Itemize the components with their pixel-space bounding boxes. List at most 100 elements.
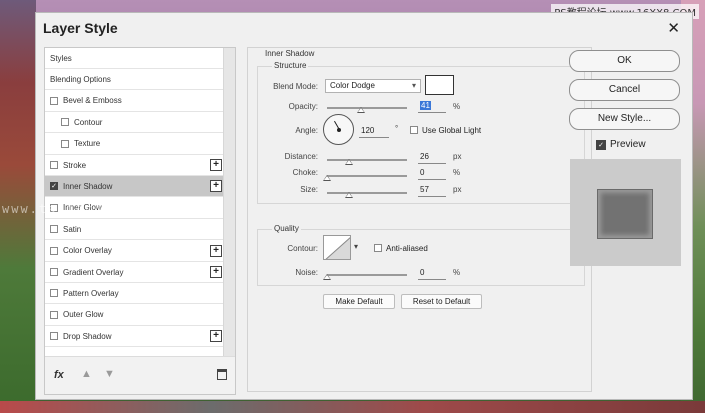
style-item-blending-options[interactable]: Blending Options xyxy=(45,69,224,91)
style-item-label: Pattern Overlay xyxy=(63,288,119,298)
noise-unit: % xyxy=(453,268,461,277)
blend-color-swatch[interactable] xyxy=(425,75,454,95)
preview-thumbnail xyxy=(570,159,681,266)
new-style-button[interactable]: New Style... xyxy=(569,108,680,130)
size-slider-thumb[interactable] xyxy=(345,192,353,198)
style-item-checkbox[interactable] xyxy=(61,118,69,127)
style-item-stroke[interactable]: Stroke + xyxy=(45,155,224,176)
distance-slider[interactable] xyxy=(327,159,407,161)
style-item-label: Gradient Overlay xyxy=(63,267,124,277)
trash-icon[interactable] xyxy=(217,369,227,380)
add-effect-plus-icon[interactable]: + xyxy=(210,159,222,171)
overlay-watermark: www.tatiacollect.com xyxy=(2,202,187,216)
close-icon[interactable]: ✕ xyxy=(667,19,680,37)
make-default-button[interactable]: Make Default xyxy=(323,294,395,309)
noise-input[interactable]: 0 xyxy=(418,266,446,280)
fx-icon[interactable]: fx xyxy=(54,369,64,381)
section-title: Inner Shadow xyxy=(263,49,317,58)
noise-slider-thumb[interactable] xyxy=(323,274,331,280)
choke-slider-thumb[interactable] xyxy=(323,175,331,181)
preview-label: Preview xyxy=(610,139,646,150)
size-label: Size: xyxy=(300,185,318,194)
style-item-checkbox[interactable] xyxy=(50,332,58,341)
distance-slider-thumb[interactable] xyxy=(345,159,353,165)
size-slider[interactable] xyxy=(327,192,407,194)
style-item-checkbox[interactable]: ✓ xyxy=(50,182,58,191)
blend-mode-select[interactable]: Color Dodge ▾ xyxy=(325,79,421,93)
ok-button[interactable]: OK xyxy=(569,50,680,72)
style-item-color-overlay[interactable]: Color Overlay + xyxy=(45,241,224,262)
arrow-up-icon[interactable]: ▲ xyxy=(81,368,92,380)
distance-label: Distance: xyxy=(284,152,318,161)
style-item-pattern-overlay[interactable]: Pattern Overlay xyxy=(45,283,224,305)
style-item-label: Bevel & Emboss xyxy=(63,96,122,106)
structure-title: Structure xyxy=(272,61,309,70)
styles-footer: fx ▲ ▼ xyxy=(45,356,235,394)
choke-label: Choke: xyxy=(292,168,318,177)
style-item-texture[interactable]: Texture xyxy=(45,134,224,155)
opacity-input[interactable]: 41 xyxy=(418,99,446,113)
use-global-light-checkbox[interactable] xyxy=(410,126,418,134)
style-item-label: Outer Glow xyxy=(63,310,104,320)
style-item-styles[interactable]: Styles xyxy=(45,48,224,69)
opacity-slider-thumb[interactable] xyxy=(357,107,365,113)
style-item-checkbox[interactable] xyxy=(50,161,58,169)
angle-input[interactable]: 120 xyxy=(359,124,389,138)
noise-slider[interactable] xyxy=(327,274,407,276)
style-item-checkbox[interactable] xyxy=(50,246,58,255)
style-item-label: Texture xyxy=(74,139,101,149)
opacity-slider[interactable] xyxy=(327,107,407,109)
background-bottom xyxy=(0,401,705,413)
add-effect-plus-icon[interactable]: + xyxy=(210,244,222,257)
arrow-down-icon[interactable]: ▼ xyxy=(104,368,115,380)
style-item-checkbox[interactable] xyxy=(50,96,58,105)
angle-label: Angle: xyxy=(295,126,318,135)
preview-tile xyxy=(597,189,653,239)
cancel-button[interactable]: Cancel xyxy=(569,79,680,101)
add-effect-plus-icon[interactable]: + xyxy=(210,330,222,343)
style-item-checkbox[interactable] xyxy=(50,289,58,298)
inner-shadow-panel: Inner Shadow Structure Blend Mode: Color… xyxy=(247,47,592,392)
style-item-checkbox[interactable] xyxy=(61,139,69,148)
choke-input[interactable]: 0 xyxy=(418,166,446,180)
size-input[interactable]: 57 xyxy=(418,183,446,197)
noise-label: Noise: xyxy=(295,268,318,277)
style-item-inner-shadow[interactable]: ✓ Inner Shadow + xyxy=(45,176,224,198)
style-item-drop-shadow[interactable]: Drop Shadow + xyxy=(45,326,224,348)
style-item-label: Inner Shadow xyxy=(63,181,113,191)
opacity-label: Opacity: xyxy=(288,102,318,111)
opacity-unit: % xyxy=(453,102,461,111)
angle-center xyxy=(337,128,341,132)
style-item-label: Drop Shadow xyxy=(63,331,112,341)
style-item-label: Styles xyxy=(50,53,72,63)
anti-aliased-checkbox[interactable] xyxy=(374,244,382,252)
blend-mode-value: Color Dodge xyxy=(330,81,375,90)
size-unit: px xyxy=(453,185,462,194)
style-item-label: Contour xyxy=(74,117,103,127)
style-item-outer-glow[interactable]: Outer Glow xyxy=(45,305,224,326)
use-global-light-label: Use Global Light xyxy=(422,126,482,135)
angle-dial[interactable] xyxy=(323,114,354,145)
add-effect-plus-icon[interactable]: + xyxy=(210,266,222,278)
angle-unit: ° xyxy=(395,124,399,133)
reset-to-default-button[interactable]: Reset to Default xyxy=(401,294,482,309)
style-item-gradient-overlay[interactable]: Gradient Overlay + xyxy=(45,262,224,283)
add-effect-plus-icon[interactable]: + xyxy=(210,180,222,193)
style-item-label: Stroke xyxy=(63,160,87,170)
choke-slider[interactable] xyxy=(327,175,407,177)
contour-picker[interactable] xyxy=(323,235,351,260)
distance-unit: px xyxy=(453,152,462,161)
style-item-checkbox[interactable] xyxy=(50,268,58,276)
style-item-checkbox[interactable] xyxy=(50,310,58,319)
dialog-title: Layer Style xyxy=(43,20,118,36)
distance-input[interactable]: 26 xyxy=(418,150,446,164)
quality-title: Quality xyxy=(272,224,301,233)
preview-checkbox[interactable]: ✓ xyxy=(596,140,606,150)
style-item-bevel-emboss[interactable]: Bevel & Emboss xyxy=(45,91,224,112)
style-item-checkbox[interactable] xyxy=(50,225,58,234)
style-item-satin[interactable]: Satin xyxy=(45,219,224,241)
contour-label: Contour: xyxy=(287,244,318,253)
chevron-down-icon[interactable]: ▾ xyxy=(354,242,358,251)
style-item-contour[interactable]: Contour xyxy=(45,112,224,134)
style-item-label: Color Overlay xyxy=(63,246,112,256)
